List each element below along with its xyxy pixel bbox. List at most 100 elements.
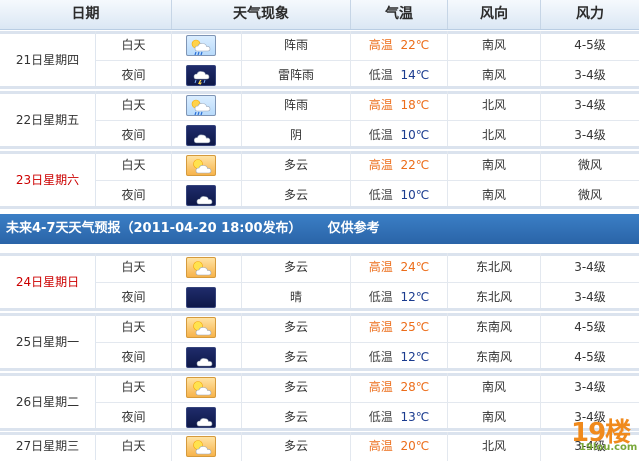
temp-value: 18℃ [400, 98, 430, 112]
weather-icon-cell [172, 253, 242, 282]
temp-value: 20℃ [400, 439, 430, 453]
temp-label: 高温 [368, 380, 393, 394]
period-label: 夜间 [96, 283, 172, 311]
partly-cloudy-day-icon [186, 317, 216, 338]
temperature-cell: 高温 20℃ [351, 432, 448, 461]
temperature-cell: 低温 10℃ [351, 121, 448, 149]
partly-cloudy-night-icon [186, 407, 216, 428]
period-label: 白天 [96, 432, 172, 461]
showers-day-icon [186, 95, 216, 116]
wind-force: 3-4级 [574, 290, 606, 304]
temp-label: 低温 [368, 188, 393, 202]
temp-value: 28℃ [400, 380, 430, 394]
day-group: 22日星期五 白天 阵雨 高温 18℃ 北风 3-4级 夜间阴低温 10℃ 北风 3-4级 [0, 91, 639, 149]
day-forecast-row: 白天 多云 高温 25℃ 东南风 4-5级 [96, 313, 639, 342]
date-label: 27日星期三 [0, 432, 96, 460]
wind-direction: 南风 [448, 403, 541, 431]
wind-direction: 东北风 [448, 253, 541, 282]
wind-force: 4-5级 [574, 350, 606, 364]
header-wind-direction: 风向 [448, 0, 541, 29]
temp-value: 25℃ [400, 320, 430, 334]
group-divider [0, 428, 639, 431]
temp-value: 12℃ [400, 350, 430, 364]
wind-direction: 东南风 [448, 343, 541, 371]
temp-value: 24℃ [400, 260, 430, 274]
wind-direction: 南风 [448, 61, 541, 89]
wind-direction: 南风 [448, 181, 541, 209]
temp-label: 低温 [368, 350, 393, 364]
temp-value: 13℃ [400, 410, 430, 424]
weather-desc: 雷阵雨 [242, 61, 351, 89]
period-label: 白天 [96, 31, 172, 60]
weather-desc: 多云 [242, 253, 351, 282]
temperature-cell: 低温 14℃ [351, 61, 448, 89]
weather-desc: 多云 [242, 181, 351, 209]
weather-desc: 多云 [242, 343, 351, 371]
period-label: 夜间 [96, 403, 172, 431]
period-label: 夜间 [96, 61, 172, 89]
weather-desc: 多云 [242, 313, 351, 342]
weather-desc: 多云 [242, 432, 351, 461]
weather-icon-cell [172, 151, 242, 180]
day-group: 25日星期一 白天 多云 高温 25℃ 东南风 4-5级 夜间 多云 低温 12℃ 东南风 4-5级 [0, 313, 639, 371]
temp-label: 低温 [368, 410, 393, 424]
period-label: 白天 [96, 313, 172, 342]
group-divider [0, 206, 639, 209]
partly-cloudy-day-icon [186, 377, 216, 398]
header-wind-force: 风力 [576, 6, 604, 22]
day-group: 21日星期四 白天 阵雨 高温 22℃ 南风 4-5级 夜间 雷阵雨 低温 14℃ 南风 3-4级 [0, 31, 639, 89]
temperature-cell: 高温 18℃ [351, 91, 448, 120]
wind-direction: 北风 [448, 121, 541, 149]
night-forecast-row: 夜间 多云 低温 10℃ 南风 微风 [96, 180, 639, 209]
group-divider [0, 368, 639, 371]
wind-force: 微风 [577, 188, 602, 202]
temp-label: 高温 [368, 439, 393, 453]
date-label: 25日星期一 [0, 313, 96, 371]
temp-label: 高温 [368, 158, 393, 172]
weather-desc: 阵雨 [242, 91, 351, 120]
wind-force: 3-4级 [574, 68, 606, 82]
night-forecast-row: 夜间 多云 低温 12℃ 东南风 4-5级 [96, 342, 639, 371]
temperature-cell: 高温 24℃ [351, 253, 448, 282]
date-label: 21日星期四 [0, 31, 96, 89]
group-divider [0, 308, 639, 311]
weather-icon-cell [172, 432, 242, 461]
temperature-cell: 高温 22℃ [351, 31, 448, 60]
weather-icon-cell [172, 61, 242, 89]
wind-force: 3-4级 [574, 260, 606, 274]
site-watermark: 19楼 19lou.com [569, 412, 637, 456]
wind-direction: 南风 [448, 31, 541, 60]
temp-label: 高温 [368, 260, 393, 274]
temp-value: 22℃ [400, 158, 430, 172]
clear-night-icon [186, 287, 216, 308]
temp-value: 12℃ [400, 290, 430, 304]
partly-cloudy-night-icon [186, 185, 216, 206]
header-weather: 天气现象 [172, 0, 351, 29]
period-label: 夜间 [96, 121, 172, 149]
weather-icon-cell [172, 283, 242, 311]
temperature-cell: 低温 10℃ [351, 181, 448, 209]
extended-forecast-banner: 未来4-7天天气预报（2011-04-20 18:00发布） 仅供参考 [0, 214, 639, 244]
temp-value: 10℃ [400, 128, 430, 142]
period-label: 白天 [96, 373, 172, 402]
day-forecast-row: 白天 多云 高温 24℃ 东北风 3-4级 [96, 253, 639, 282]
header-temperature: 气温 [351, 0, 448, 29]
temperature-cell: 低温 13℃ [351, 403, 448, 431]
temperature-cell: 高温 22℃ [351, 151, 448, 180]
wind-force: 3-4级 [574, 98, 606, 112]
temp-value: 14℃ [400, 68, 430, 82]
period-label: 白天 [96, 253, 172, 282]
temp-label: 高温 [368, 320, 393, 334]
period-label: 夜间 [96, 343, 172, 371]
weather-icon-cell [172, 91, 242, 120]
temp-label: 高温 [368, 38, 393, 52]
temp-label: 低温 [368, 128, 393, 142]
group-divider [0, 86, 639, 89]
day-forecast-row: 白天 阵雨 高温 22℃ 南风 4-5级 [96, 31, 639, 60]
weather-desc: 多云 [242, 151, 351, 180]
night-forecast-row: 夜间阴低温 10℃ 北风 3-4级 [96, 120, 639, 149]
wind-direction: 北风 [448, 91, 541, 120]
weather-desc: 晴 [242, 283, 351, 311]
table-header: 日期 天气现象 气温 风向 风力 [0, 0, 639, 30]
wind-direction: 东南风 [448, 313, 541, 342]
